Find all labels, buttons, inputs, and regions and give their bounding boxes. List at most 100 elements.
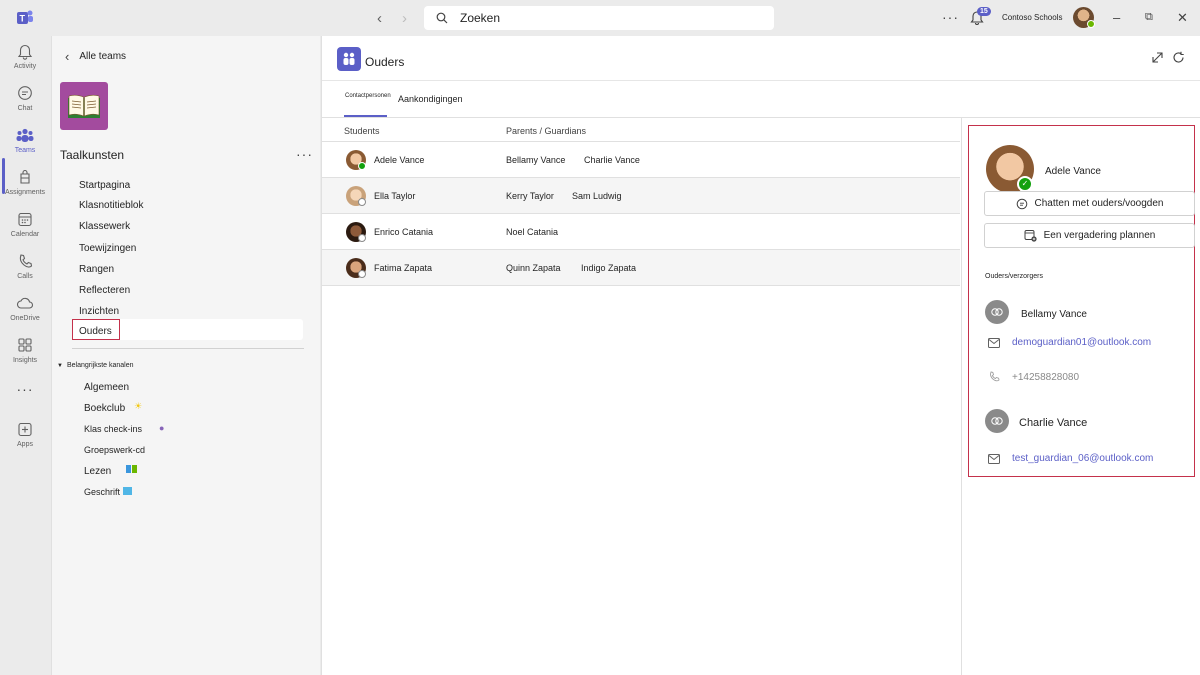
table-row[interactable]: Fatima Zapata Quinn Zapata Indigo Zapata [322,250,960,286]
rail-onedrive[interactable]: OneDrive [0,295,50,322]
calendar-icon [18,212,32,227]
channel-boekclub[interactable]: Boekclub [84,403,125,414]
nav-rangen[interactable]: Rangen [79,264,114,275]
presence-available-icon [1087,20,1095,28]
forward-arrow-icon[interactable]: › [402,10,407,27]
guardian-name: Charlie Vance [1019,417,1088,429]
table-row[interactable]: Ella Taylor Kerry Taylor Sam Ludwig [322,178,960,214]
minimize-icon[interactable]: – [1113,10,1120,25]
student-name: Adele Vance [374,155,425,165]
all-teams-label: Alle teams [79,51,127,62]
channel-lezen[interactable]: Lezen [84,466,111,477]
parent-name: Quinn Zapata [506,263,561,273]
schedule-meeting-button[interactable]: Een vergadering plannen [984,223,1195,248]
person-emoji-icon: ● [159,423,165,433]
channels-header[interactable]: ▼ Belangrijkste kanalen [57,362,134,369]
caret-down-icon: ▼ [57,363,63,369]
teams-logo-icon: T [17,10,33,24]
main-content: Ouders Contactpersonen Aankondigingen St… [321,36,1200,675]
rail-chat[interactable]: Chat [0,85,50,112]
app-title: Ouders [365,55,405,69]
divider [72,348,304,349]
nav-klasnotitieblok[interactable]: Klasnotitieblok [79,200,143,211]
rail-calendar[interactable]: Calendar [0,211,50,238]
rail-teams[interactable]: Teams [0,127,50,154]
student-name: Fatima Zapata [374,263,433,273]
rail-assignments[interactable]: Assignments [0,169,50,196]
channel-klas-check-ins[interactable]: Klas check-ins [84,424,142,434]
book-icon [68,94,100,118]
guardian-group-icon [991,308,1003,316]
close-icon[interactable]: ✕ [1177,10,1188,26]
team-avatar [60,82,108,130]
guardian-phone[interactable]: +14258828080 [1012,372,1079,383]
rail-label: Insights [12,357,38,364]
student-name: Enrico Catania [374,227,434,237]
channel-groepswerk-cd[interactable]: Groepswerk-cd [84,445,145,455]
tab-contactpersonen[interactable]: Contactpersonen [345,93,391,99]
rail-label: Assignments [4,189,46,196]
books-emoji-icon [126,465,137,475]
phone-icon [19,254,33,268]
presence-offline-icon [358,198,366,206]
table-header: Students Parents / Guardians [322,118,960,142]
insights-icon [18,338,32,352]
mail-icon [988,338,1000,348]
nav-startpagina[interactable]: Startpagina [79,180,130,191]
nav-reflecteren[interactable]: Reflecteren [79,285,130,296]
channel-geschrift[interactable]: Geschrift [84,487,120,497]
rail-activity[interactable]: Activity [0,43,50,70]
search-box[interactable]: Zoeken [424,6,774,30]
student-details-panel: ✓ Adele Vance Chatten met ouders/voogden… [961,118,1200,675]
presence-available-icon [358,162,366,170]
org-name[interactable]: Contoso Schools [1002,13,1062,22]
guardian-email-link[interactable]: demoguardian01@outlook.com [1012,337,1151,348]
more-options-icon[interactable]: ··· [942,9,959,25]
nav-ouders[interactable]: Ouders [79,326,112,337]
guardian-email-link[interactable]: test_guardian_06@outlook.com [1012,453,1153,464]
presence-offline-icon [358,234,366,242]
rail-label: Apps [17,441,33,448]
nav-inzichten[interactable]: Inzichten [79,306,119,317]
chat-icon [18,86,32,100]
guardians-section-label: Ouders/verzorgers [985,273,1043,280]
notebook-emoji-icon [123,487,132,497]
column-header-students: Students [344,126,380,136]
phone-icon [990,371,1000,382]
guardian-name: Bellamy Vance [1021,309,1087,320]
channel-algemeen[interactable]: Algemeen [84,382,129,393]
tab-aankondigingen[interactable]: Aankondigingen [398,94,463,104]
parent-name: Bellamy Vance [506,155,566,165]
team-more-options-icon[interactable]: ··· [296,146,313,162]
back-arrow-icon[interactable]: ‹ [377,10,382,27]
more-apps-icon[interactable]: ··· [0,381,50,397]
rail-label: OneDrive [10,315,40,322]
refresh-icon[interactable] [1172,51,1185,64]
team-name: Taalkunsten [60,148,125,162]
family-icon [343,52,355,65]
rail-label: Chat [17,105,33,112]
chat-with-guardians-button[interactable]: Chatten met ouders/voogden [984,191,1195,216]
rail-apps[interactable]: Apps [0,421,50,448]
nav-klassewerk[interactable]: Klassewerk [79,221,130,232]
chevron-left-icon: ‹ [65,49,70,64]
presence-available-icon: ✓ [1017,176,1033,192]
table-row[interactable]: Enrico Catania Noel Catania [322,214,960,250]
rail-calls[interactable]: Calls [0,253,50,280]
expand-icon[interactable] [1151,51,1164,64]
calendar-add-icon [1024,230,1037,242]
meeting-button-label: Een vergadering plannen [1043,230,1156,241]
parent-name: Kerry Taylor [506,191,554,201]
parents-app-icon [337,47,361,71]
svg-text:T: T [20,14,26,24]
rail-insights[interactable]: Insights [0,337,50,364]
add-app-icon [18,422,32,437]
all-teams-link[interactable]: ‹ Alle teams [65,49,126,64]
nav-toewijzingen[interactable]: Toewijzingen [79,243,136,254]
restore-icon[interactable]: ⧉ [1145,11,1153,24]
chat-button-label: Chatten met ouders/voogden [1034,198,1164,209]
presence-offline-icon [358,270,366,278]
table-row[interactable]: Adele Vance Bellamy Vance Charlie Vance [322,142,960,178]
search-placeholder: Zoeken [460,11,501,25]
parent-name: Indigo Zapata [581,263,637,273]
